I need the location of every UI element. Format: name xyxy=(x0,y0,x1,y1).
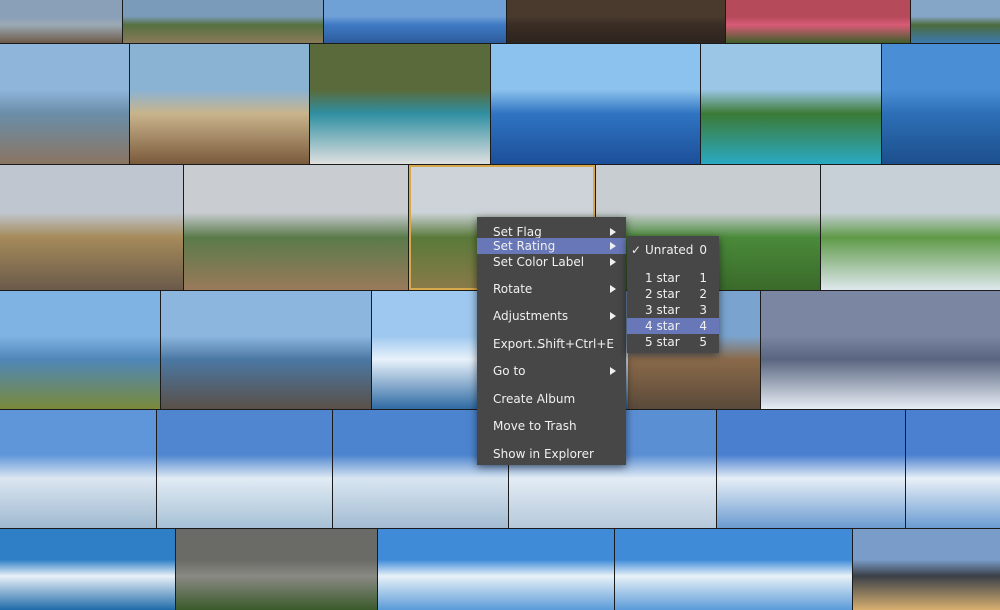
photo-thumbnail[interactable] xyxy=(717,410,905,528)
photo-thumbnail[interactable] xyxy=(0,44,129,164)
photo-thumbnail[interactable] xyxy=(911,0,1000,43)
rating-option-1[interactable]: 1 star 1 xyxy=(627,270,719,286)
menu-item-adjustments[interactable]: Adjustments xyxy=(477,308,626,324)
rating-option-label: 2 star xyxy=(645,287,680,301)
rating-option-0[interactable]: ✓ Unrated 0 xyxy=(627,242,719,258)
submenu-arrow-icon xyxy=(610,367,616,375)
photo-thumbnail[interactable] xyxy=(853,529,1000,610)
checkmark-icon: ✓ xyxy=(631,243,642,257)
shortcut-text: Shift+Ctrl+E xyxy=(537,337,614,351)
menu-item-label: Set Rating xyxy=(493,239,556,253)
menu-item-label: Go to xyxy=(493,364,526,378)
photo-thumbnail[interactable] xyxy=(378,529,614,610)
rating-option-label: 3 star xyxy=(645,303,680,317)
photo-thumbnail[interactable] xyxy=(130,44,309,164)
rating-option-3[interactable]: 3 star 3 xyxy=(627,302,719,318)
context-menu: Set Flag Set Rating Set Color Label Rotate A… xyxy=(477,217,626,465)
menu-item-show-in-explorer[interactable]: Show in Explorer xyxy=(477,446,626,462)
photo-thumbnail[interactable] xyxy=(882,44,1000,164)
rating-option-4[interactable]: 4 star 4 xyxy=(627,318,719,334)
photo-thumbnail[interactable] xyxy=(701,44,881,164)
photo-thumbnail[interactable] xyxy=(0,529,175,610)
rating-shortcut-key: 2 xyxy=(699,287,707,301)
photo-thumbnail[interactable] xyxy=(123,0,323,43)
submenu-arrow-icon xyxy=(610,258,616,266)
rating-shortcut-key: 1 xyxy=(699,271,707,285)
rating-option-label: Unrated xyxy=(645,243,694,257)
menu-item-label: Adjustments xyxy=(493,309,569,323)
menu-item-label: Show in Explorer xyxy=(493,447,594,461)
photo-thumbnail[interactable] xyxy=(615,529,852,610)
menu-item-export[interactable]: Export... Shift+Ctrl+E xyxy=(477,336,626,352)
photo-thumbnail[interactable] xyxy=(0,0,122,43)
photo-thumbnail[interactable] xyxy=(310,44,490,164)
menu-item-label: Set Color Label xyxy=(493,255,585,269)
menu-item-set-rating[interactable]: Set Rating xyxy=(477,238,626,254)
rating-option-label: 4 star xyxy=(645,319,680,333)
submenu-arrow-icon xyxy=(610,312,616,320)
photo-thumbnail[interactable] xyxy=(157,410,332,528)
menu-item-rotate[interactable]: Rotate xyxy=(477,281,626,297)
photo-thumbnail[interactable] xyxy=(507,0,725,43)
rating-shortcut-key: 4 xyxy=(699,319,707,333)
menu-item-create-album[interactable]: Create Album xyxy=(477,391,626,407)
menu-item-set-color-label[interactable]: Set Color Label xyxy=(477,254,626,270)
submenu-arrow-icon xyxy=(610,285,616,293)
photo-thumbnail[interactable] xyxy=(0,410,156,528)
rating-option-label: 5 star xyxy=(645,335,680,349)
rating-shortcut-key: 3 xyxy=(699,303,707,317)
menu-item-label: Rotate xyxy=(493,282,533,296)
rating-submenu: ✓ Unrated 0 1 star 1 2 star 2 3 star 3 4 star 4 5 s… xyxy=(627,236,719,353)
rating-option-2[interactable]: 2 star 2 xyxy=(627,286,719,302)
photo-thumbnail[interactable] xyxy=(0,165,183,290)
submenu-arrow-icon xyxy=(610,228,616,236)
photo-thumbnail[interactable] xyxy=(726,0,910,43)
photo-thumbnail[interactable] xyxy=(761,291,1000,409)
photo-thumbnail[interactable] xyxy=(176,529,377,610)
rating-option-5[interactable]: 5 star 5 xyxy=(627,334,719,350)
photo-thumbnail[interactable] xyxy=(161,291,371,409)
photo-thumbnail[interactable] xyxy=(821,165,1000,290)
rating-option-label: 1 star xyxy=(645,271,680,285)
menu-item-move-to-trash[interactable]: Move to Trash xyxy=(477,418,626,434)
menu-item-go-to[interactable]: Go to xyxy=(477,363,626,379)
photo-thumbnail[interactable] xyxy=(0,291,160,409)
photo-thumbnail[interactable] xyxy=(906,410,1000,528)
submenu-arrow-icon xyxy=(610,242,616,250)
photo-thumbnail[interactable] xyxy=(324,0,506,43)
menu-item-label: Move to Trash xyxy=(493,419,577,433)
rating-shortcut-key: 0 xyxy=(699,243,707,257)
photo-thumbnail[interactable] xyxy=(184,165,408,290)
menu-item-label: Export... xyxy=(493,337,544,351)
rating-shortcut-key: 5 xyxy=(699,335,707,349)
menu-item-label: Create Album xyxy=(493,392,576,406)
photo-thumbnail[interactable] xyxy=(491,44,700,164)
